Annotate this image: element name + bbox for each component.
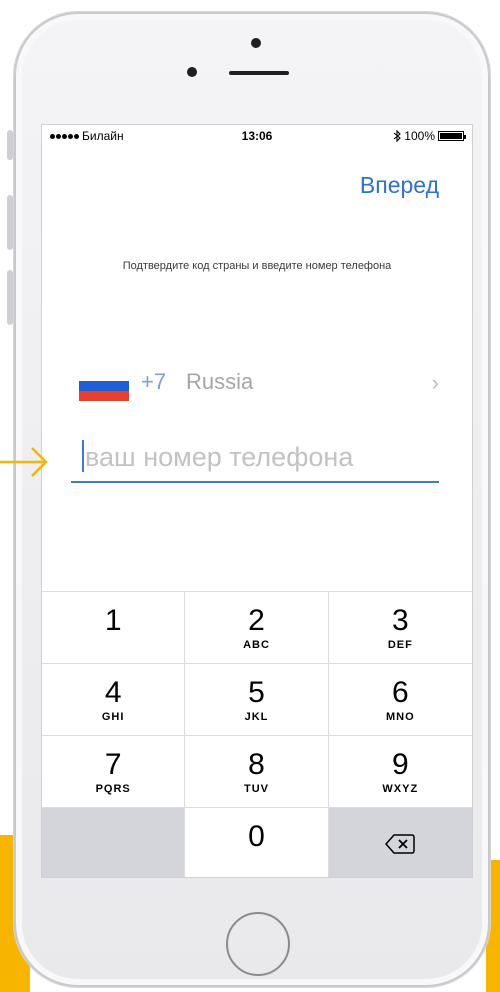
status-right: 100% <box>393 129 466 143</box>
key-9[interactable]: 9 WXYZ <box>328 736 472 808</box>
key-letters: ABC <box>243 638 270 651</box>
key-digit: 9 <box>391 747 409 781</box>
key-digit: 5 <box>248 675 265 709</box>
text-cursor <box>82 440 84 472</box>
key-letters: PQRS <box>95 782 131 795</box>
key-letters: DEF <box>387 638 413 651</box>
key-1[interactable]: 1 <box>42 592 186 664</box>
key-blank <box>42 808 186 877</box>
status-bar: Билайн 13:06 100% <box>42 125 472 147</box>
battery-percent: 100% <box>404 129 435 143</box>
phone-screen: Билайн 13:06 100% Вперед Подтвердите код… <box>41 124 473 878</box>
key-digit: 8 <box>248 747 265 781</box>
key-digit: 4 <box>104 675 122 709</box>
key-3[interactable]: 3 DEF <box>328 592 472 664</box>
key-digit: 7 <box>104 747 122 781</box>
key-digit: 6 <box>391 675 409 709</box>
key-letters: WXYZ <box>382 782 419 795</box>
volume-up-button <box>7 195 13 250</box>
delete-key[interactable] <box>328 808 472 877</box>
key-digit: 2 <box>248 603 265 637</box>
key-letters: MNO <box>385 710 415 723</box>
battery-icon <box>438 131 466 141</box>
mute-switch <box>7 130 13 160</box>
country-name: Russia <box>186 369 254 394</box>
chevron-right-icon: › <box>431 370 439 395</box>
country-code: +7 <box>141 369 167 394</box>
instruction-text: Подтвердите код страны и введите номер т… <box>122 260 392 272</box>
bluetooth-icon <box>393 130 402 142</box>
key-5[interactable]: 5 JKL <box>185 664 329 736</box>
key-7[interactable]: 7 PQRS <box>42 736 186 808</box>
key-6[interactable]: 6 MNO <box>328 664 472 736</box>
front-camera <box>251 38 261 48</box>
numeric-keypad: 1 2 ABC 3 DEF 4 GHI 5 JKL 6 MNO 7 PQRS 8 <box>42 591 472 877</box>
key-digit: 0 <box>248 819 265 853</box>
key-digit: 3 <box>391 603 409 637</box>
key-letters: GHI <box>101 710 125 723</box>
key-0[interactable]: 0 <box>185 808 329 877</box>
proximity-sensor <box>187 67 197 77</box>
earpiece-speaker <box>229 71 289 75</box>
key-2[interactable]: 2 ABC <box>185 592 329 664</box>
backspace-icon <box>385 833 416 854</box>
volume-down-button <box>7 270 13 325</box>
key-4[interactable]: 4 GHI <box>42 664 186 736</box>
key-letters: TUV <box>243 782 269 795</box>
country-selector[interactable]: +7 Russia › <box>79 365 439 405</box>
pointer-arrow-icon <box>0 447 48 477</box>
key-digit: 1 <box>104 603 122 637</box>
home-button[interactable] <box>226 912 290 976</box>
next-button[interactable]: Вперед <box>360 172 439 199</box>
key-letters: JKL <box>244 710 269 723</box>
russia-flag-icon <box>79 371 129 401</box>
key-8[interactable]: 8 TUV <box>185 736 329 808</box>
phone-number-input[interactable] <box>71 433 439 483</box>
